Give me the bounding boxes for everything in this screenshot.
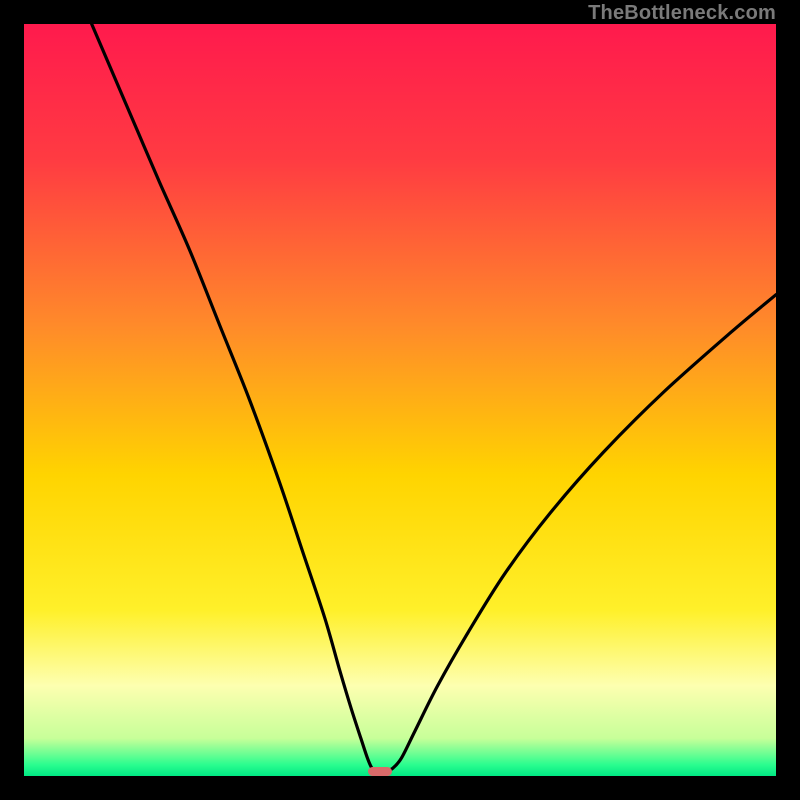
plot-area: [24, 24, 776, 776]
watermark-text: TheBottleneck.com: [588, 2, 776, 25]
minimum-marker: [368, 767, 392, 777]
chart-container: TheBottleneck.com: [0, 0, 800, 800]
bottleneck-curve: [24, 24, 776, 776]
